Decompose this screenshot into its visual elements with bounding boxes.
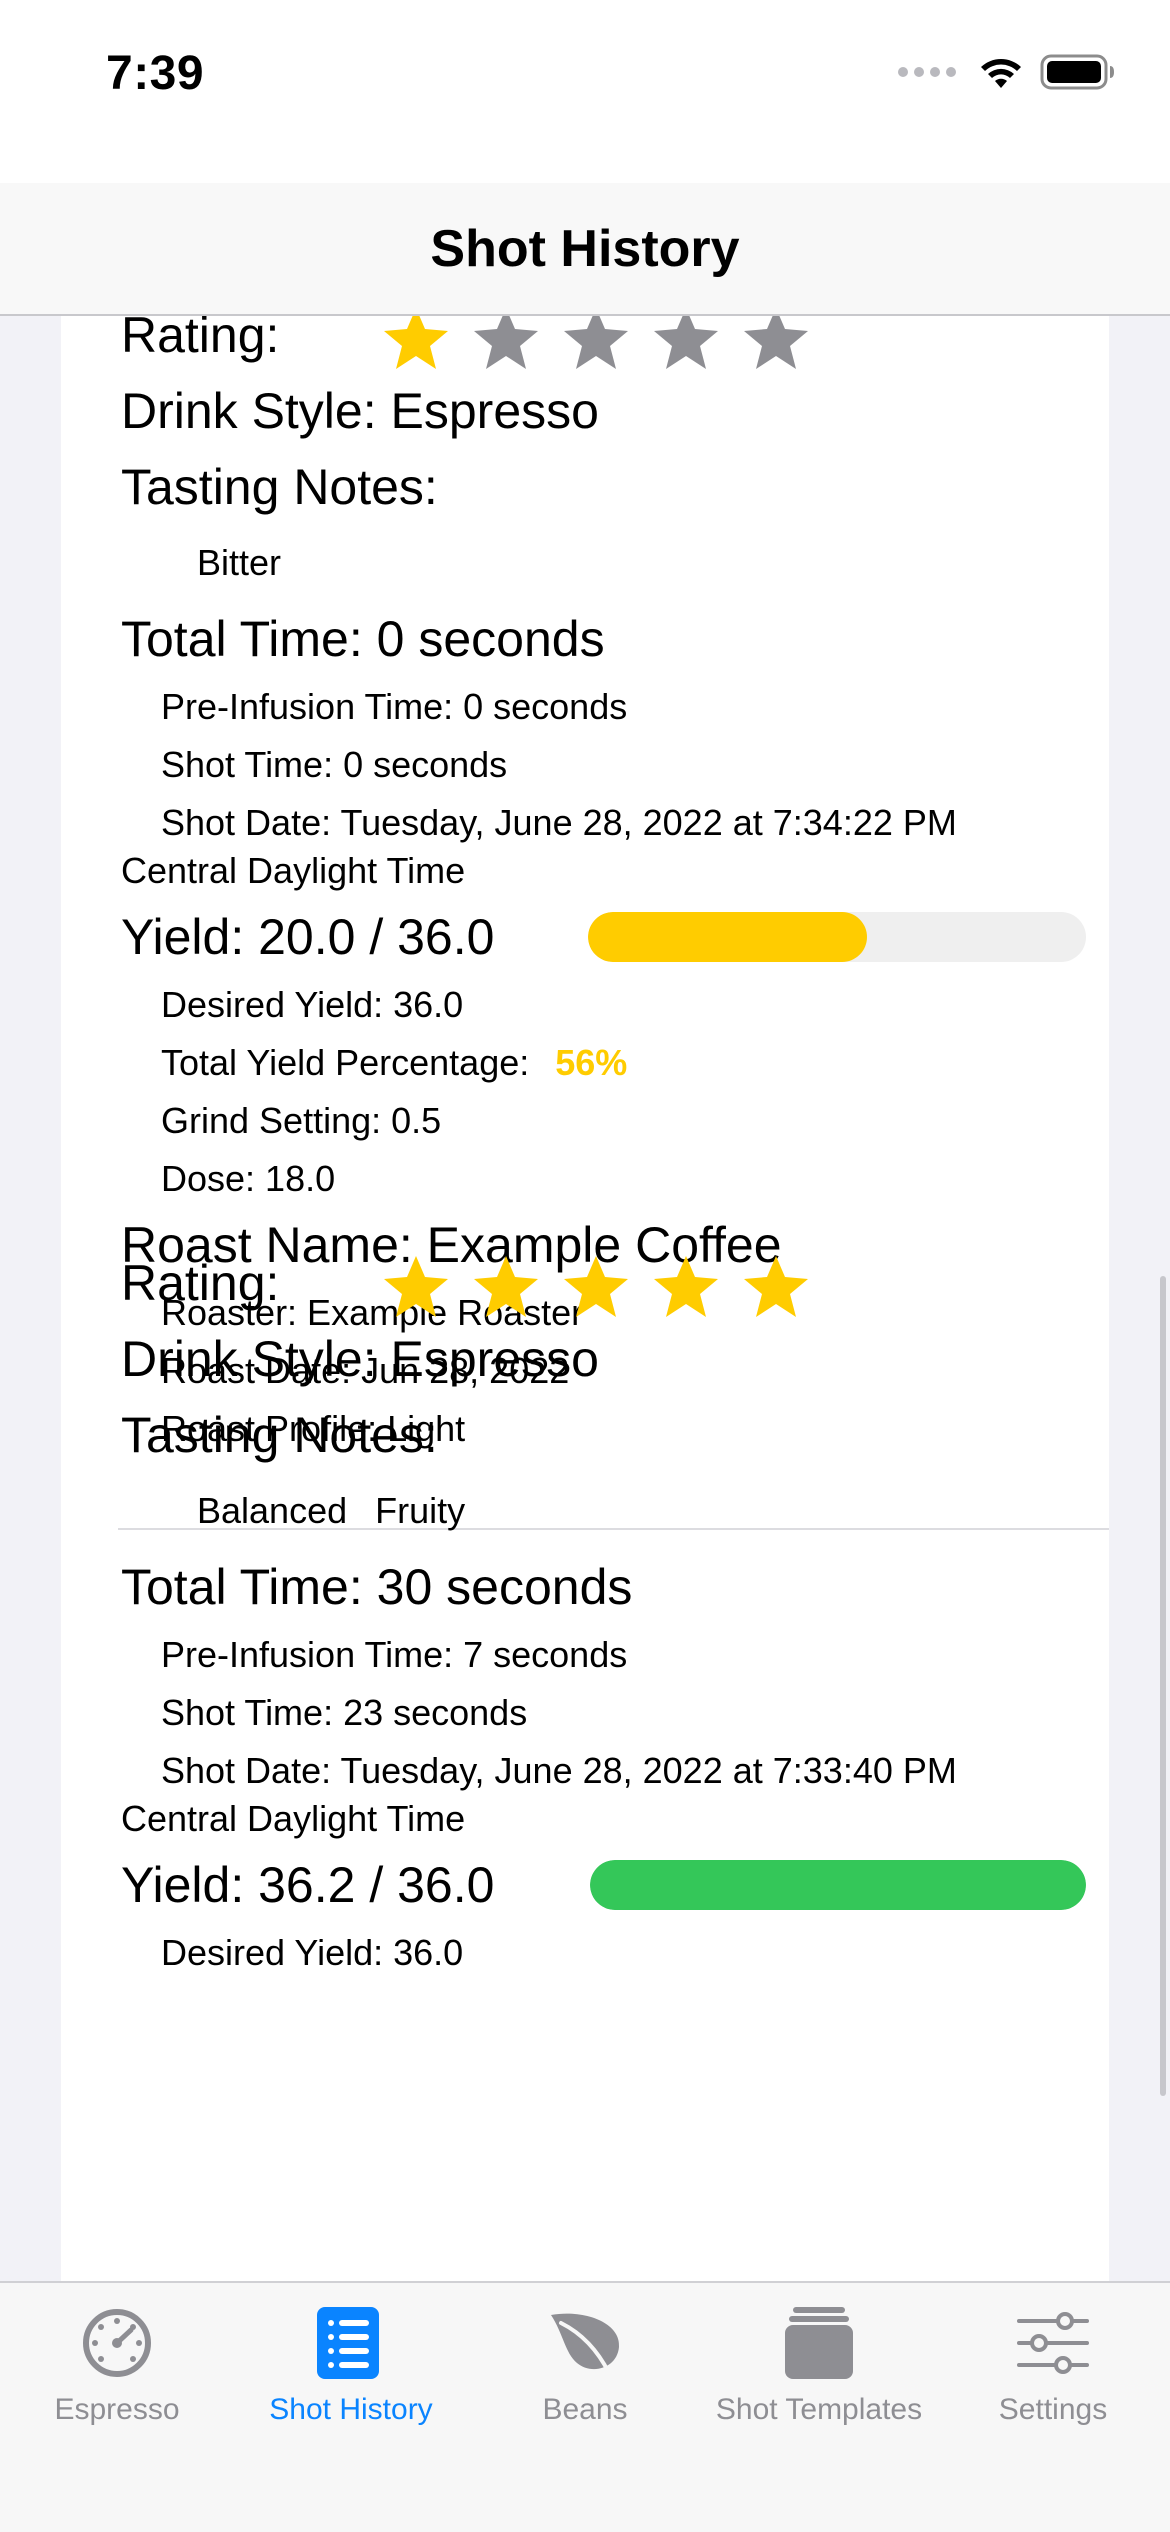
star-filled-icon — [561, 1252, 631, 1322]
tab-label: Espresso — [54, 2393, 180, 2426]
dose: Dose: 18.0 — [161, 1158, 336, 1199]
pre-infusion-time: Pre-Infusion Time: 0 seconds — [161, 686, 628, 727]
total-time: Total Time: 30 seconds — [121, 1559, 633, 1615]
tasting-notes-label: Tasting Notes: — [121, 1407, 438, 1463]
total-yield-value: 56% — [555, 1042, 628, 1083]
total-yield-label: Total Yield Percentage: — [161, 1042, 530, 1083]
list-icon — [317, 2307, 379, 2379]
leaf-icon — [551, 2313, 620, 2375]
tasting-note: Fruity — [375, 1490, 466, 1531]
star-empty-icon — [561, 316, 631, 374]
yield-progress-fill — [588, 912, 867, 962]
page-title: Shot History — [430, 220, 740, 278]
rating-stars — [381, 1252, 811, 1322]
navigation-bar: Shot History — [0, 183, 1170, 316]
grind-setting: Grind Setting: 0.5 — [161, 1100, 442, 1141]
shot-time: Shot Time: 23 seconds — [161, 1692, 528, 1733]
star-empty-icon — [741, 316, 811, 374]
tab-shot-history[interactable]: Shot History — [234, 2303, 468, 2427]
shot-date-timezone: Central Daylight Time — [121, 1798, 466, 1839]
yield: Yield: 36.2 / 36.0 — [121, 1857, 495, 1913]
tab-label: Beans — [542, 2393, 628, 2426]
cellular-signal-icon — [898, 67, 956, 77]
shot-time: Shot Time: 0 seconds — [161, 744, 508, 785]
star-empty-icon — [651, 316, 721, 374]
star-filled-icon — [741, 1252, 811, 1322]
total-time: Total Time: 0 seconds — [121, 611, 605, 667]
yield-progress-bar — [590, 1860, 1086, 1910]
total-yield-percentage: Total Yield Percentage: 56% — [161, 1042, 627, 1084]
tasting-notes-label: Tasting Notes: — [121, 459, 438, 515]
shot-date: Shot Date: Tuesday, June 28, 2022 at 7:3… — [161, 1750, 957, 1791]
shot-history-list[interactable]: Rating: Drink Style: Espresso Tasting No… — [0, 316, 1170, 2281]
status-bar: 7:39 — [0, 0, 1170, 183]
gauge-icon — [83, 2309, 151, 2377]
scroll-indicator[interactable] — [1160, 1276, 1166, 2096]
rating-stars — [381, 316, 811, 374]
status-time: 7:39 — [106, 47, 205, 100]
shot-list-card: Rating: Drink Style: Espresso Tasting No… — [61, 316, 1109, 2281]
tasting-notes: Bitter — [197, 542, 281, 584]
star-filled-icon — [651, 1252, 721, 1322]
drink-style: Drink Style: Espresso — [121, 1331, 599, 1387]
tab-shot-templates[interactable]: Shot Templates — [702, 2303, 936, 2427]
desired-yield: Desired Yield: 36.0 — [161, 984, 464, 1025]
star-filled-icon — [471, 1252, 541, 1322]
tab-label: Shot History — [269, 2393, 433, 2426]
desired-yield: Desired Yield: 36.0 — [161, 1932, 464, 1973]
star-filled-icon — [381, 316, 451, 374]
tab-label: Shot Templates — [715, 2393, 923, 2426]
wifi-icon — [978, 55, 1024, 89]
pre-infusion-time: Pre-Infusion Time: 7 seconds — [161, 1634, 628, 1675]
star-filled-icon — [381, 1252, 451, 1322]
sliders-icon — [1017, 2312, 1089, 2374]
status-icons — [898, 54, 1116, 90]
drink-style: Drink Style: Espresso — [121, 383, 599, 439]
battery-icon — [1040, 54, 1116, 90]
tab-espresso[interactable]: Espresso — [0, 2303, 234, 2427]
yield-progress-fill — [590, 1860, 1086, 1910]
archive-box-icon — [785, 2307, 853, 2379]
tasting-notes: Balanced Fruity — [197, 1490, 465, 1532]
star-empty-icon — [471, 316, 541, 374]
rating-label: Rating: — [121, 1255, 280, 1311]
yield-progress-bar — [588, 912, 1086, 962]
tab-settings[interactable]: Settings — [936, 2303, 1170, 2427]
tab-beans[interactable]: Beans — [468, 2303, 702, 2427]
tab-bar: Espresso Shot History Beans Shot Templat… — [0, 2281, 1170, 2532]
yield: Yield: 20.0 / 36.0 — [121, 909, 495, 965]
tasting-note: Bitter — [197, 542, 282, 583]
tab-label: Settings — [998, 2393, 1108, 2426]
rating-label: Rating: — [121, 316, 280, 363]
tasting-note: Balanced — [197, 1490, 348, 1531]
shot-date: Shot Date: Tuesday, June 28, 2022 at 7:3… — [161, 802, 957, 843]
shot-date-timezone: Central Daylight Time — [121, 850, 466, 891]
